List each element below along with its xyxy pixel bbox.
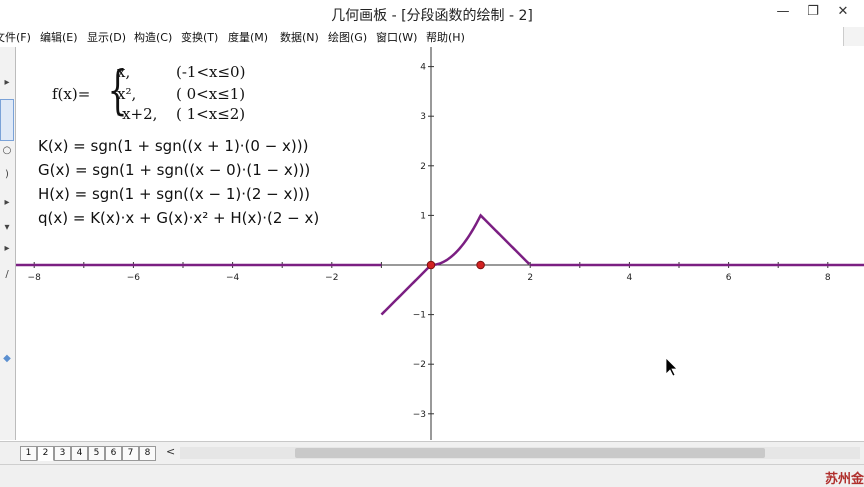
menu-data[interactable]: 数据(N)	[280, 29, 319, 45]
sketch-canvas[interactable]: −8 −6 −4 −2 2 4 6 8 4 3 2 1 −1 −2 −3 f(x)= { x, (-1<x≤…	[16, 47, 864, 440]
piecewise-expr-1: x,	[117, 63, 131, 81]
title-bar: 几何画板 - [分段函数的绘制 - 2] — ❐ ✕	[0, 0, 864, 27]
arrow-flyout-icon: ▸	[4, 77, 10, 88]
menu-construct[interactable]: 构造(C)	[134, 29, 172, 45]
page-tab-2[interactable]: 2	[37, 446, 54, 461]
menu-edit[interactable]: 编辑(E)	[40, 29, 78, 45]
scroll-left-button[interactable]: <	[166, 445, 175, 458]
x-tick-label: −2	[325, 273, 338, 283]
menu-measure[interactable]: 度量(M)	[228, 29, 268, 45]
page-tab-4[interactable]: 4	[71, 446, 88, 461]
menu-graph[interactable]: 绘图(G)	[328, 29, 367, 45]
y-tick-label: −3	[413, 410, 426, 420]
tool-palette: ▸ ○ ) ▸ ▾ ▸ / ◆	[0, 47, 16, 440]
window-controls: — ❐ ✕	[768, 0, 858, 27]
text-tool-icon[interactable]: ▸	[1, 243, 13, 254]
page-tab-5[interactable]: 5	[88, 446, 105, 461]
menu-window[interactable]: 窗口(W)	[376, 29, 417, 45]
x-tick-label: 8	[825, 273, 831, 283]
page-tab-6[interactable]: 6	[105, 446, 122, 461]
page-tab-8[interactable]: 8	[139, 446, 156, 461]
function-curve	[16, 213, 864, 377]
scroll-thumb[interactable]	[295, 448, 765, 458]
x-tick-label: 2	[527, 273, 533, 283]
plot-point	[476, 260, 485, 270]
piecewise-cond-3: ( 1<x≤2)	[176, 105, 246, 123]
page-tab-1[interactable]: 1	[20, 446, 37, 461]
x-tick-label: −8	[28, 273, 42, 283]
compass-tool-icon[interactable]: )	[1, 169, 13, 180]
menu-file[interactable]: 文件(F)	[0, 29, 31, 45]
y-tick-label: 2	[420, 162, 426, 172]
menu-display[interactable]: 显示(D)	[87, 29, 126, 45]
x-tick-label: 6	[726, 273, 732, 283]
y-tick-label: −2	[413, 360, 426, 370]
formula-k[interactable]: K(x) = sgn(1 + sgn((x + 1)·(0 − x)))	[38, 137, 309, 155]
close-button[interactable]: ✕	[828, 0, 858, 22]
marker-tool-icon[interactable]: /	[1, 269, 13, 280]
y-tick-label: −1	[413, 311, 426, 321]
piecewise-expr-3: -x+2,	[117, 105, 158, 123]
mdi-controls[interactable]	[843, 27, 864, 46]
x-tick-label: −4	[226, 273, 240, 283]
page-tab-3[interactable]: 3	[54, 446, 71, 461]
formula-g[interactable]: G(x) = sgn(1 + sgn((x − 0)·(1 − x)))	[38, 161, 310, 179]
menu-transform[interactable]: 变换(T)	[181, 29, 218, 45]
x-tick-label: 4	[627, 273, 633, 283]
point-tool-icon[interactable]: ○	[1, 145, 13, 156]
page-tab-7[interactable]: 7	[122, 446, 139, 461]
piecewise-lhs: f(x)=	[52, 85, 91, 103]
mouse-cursor-icon	[665, 357, 678, 377]
menu-bar: 文件(F) 编辑(E) 显示(D) 构造(C) 变换(T) 度量(M) 数据(N…	[0, 27, 864, 46]
arrow-tool[interactable]	[0, 99, 14, 141]
plot-point	[426, 260, 436, 270]
window-title: 几何画板 - [分段函数的绘制 - 2]	[331, 8, 533, 24]
formula-q[interactable]: q(x) = K(x)·x + G(x)·x² + H(x)·(2 − x)	[38, 209, 319, 227]
piecewise-expr-2: x²,	[117, 85, 137, 103]
piecewise-cond-1: (-1<x≤0)	[176, 63, 246, 81]
menu-help[interactable]: 帮助(H)	[426, 29, 465, 45]
watermark-text: 苏州金	[824, 472, 864, 487]
y-tick-label: 1	[420, 211, 426, 221]
status-bar: 苏州金	[0, 464, 864, 487]
piecewise-cond-2: ( 0<x≤1)	[176, 85, 246, 103]
custom-tool-icon[interactable]: ◆	[1, 353, 13, 364]
x-tick-label: −6	[127, 273, 141, 283]
horizontal-scrollbar[interactable]	[180, 447, 860, 459]
formula-h[interactable]: H(x) = sgn(1 + sgn((x − 1)·(2 − x)))	[38, 185, 310, 203]
restore-button[interactable]: ❐	[798, 0, 828, 22]
y-tick-label: 4	[420, 63, 426, 73]
polygon-tool-icon[interactable]: ▾	[1, 222, 13, 233]
y-tick-label: 3	[420, 112, 426, 122]
minimize-button[interactable]: —	[768, 0, 798, 22]
page-tab-bar: 1 2 3 4 5 6 7 8 <	[0, 441, 864, 464]
straightedge-tool-icon[interactable]: ▸	[1, 197, 13, 208]
